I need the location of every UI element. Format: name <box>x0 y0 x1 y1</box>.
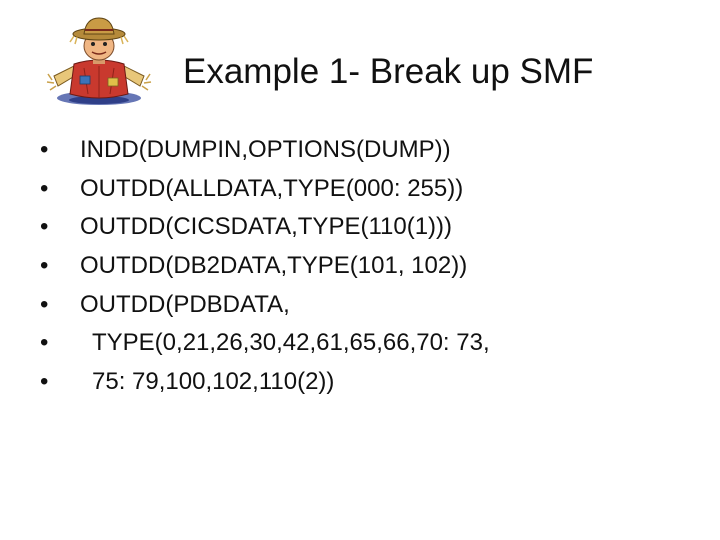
bullet-icon: • <box>40 368 49 396</box>
scarecrow-clipart-icon <box>46 17 152 105</box>
bullet-icon: • <box>40 290 49 318</box>
bullet-icon: • <box>40 213 49 241</box>
bullet-text: OUTDD(CICSDATA,TYPE(110(1))) <box>80 213 453 241</box>
slide: Example 1- Break up SMF • INDD(DUMPIN,OP… <box>0 0 720 540</box>
bullet-icon: • <box>40 174 49 202</box>
bullet-icon: • <box>40 136 49 163</box>
bullet-icon: • <box>40 252 49 280</box>
bullet-icon: • <box>40 329 49 357</box>
slide-title: Example 1- Break up SMF <box>183 52 594 91</box>
bullet-text: OUTDD(PDBDATA, <box>80 290 290 318</box>
bullet-text: OUTDD(DB2DATA,TYPE(101, 102)) <box>80 252 468 280</box>
bullet-text: OUTDD(ALLDATA,TYPE(000: 255)) <box>80 174 464 202</box>
bullet-text: 75: 79,100,102,110(2)) <box>92 368 335 396</box>
bullet-text: TYPE(0,21,26,30,42,61,65,66,70: 73, <box>92 329 490 357</box>
bullet-text: INDD(DUMPIN,OPTIONS(DUMP)) <box>80 136 451 163</box>
